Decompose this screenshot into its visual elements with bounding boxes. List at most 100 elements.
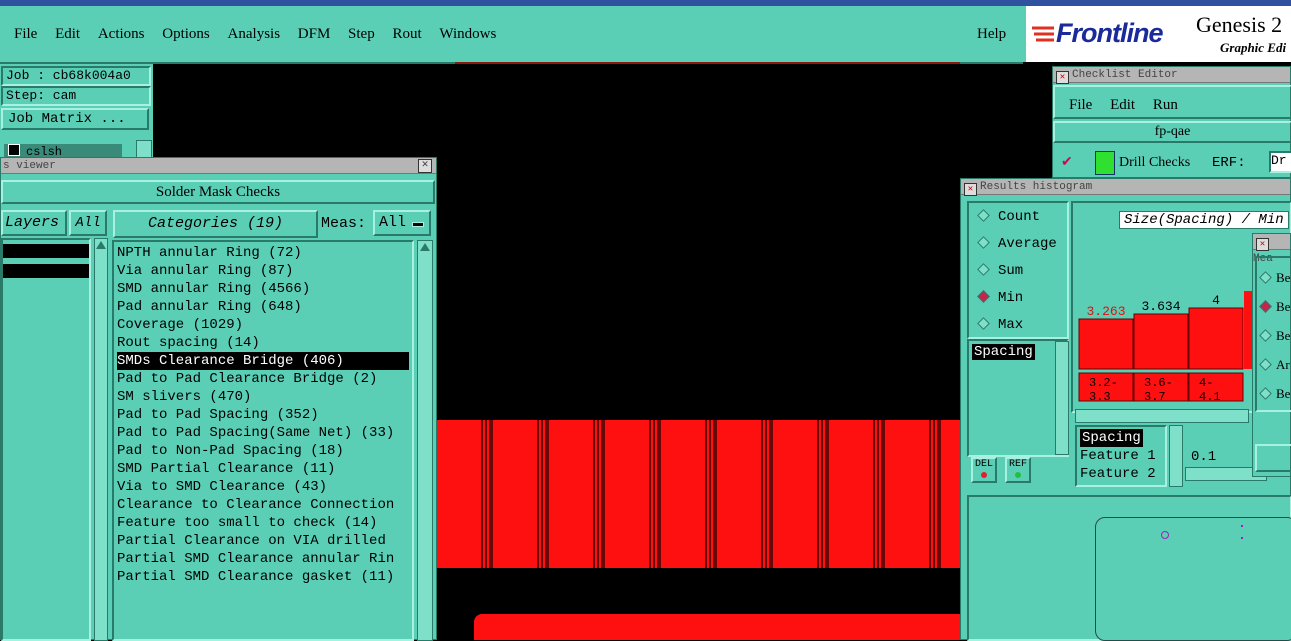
menu-actions[interactable]: Actions [98, 26, 145, 43]
histogram-bar[interactable] [1133, 313, 1189, 370]
menu-help[interactable]: Help [977, 26, 1006, 43]
del-button[interactable]: DEL [971, 457, 997, 483]
measure-option-label: Be [1276, 386, 1291, 401]
histogram-bar[interactable] [1078, 318, 1134, 370]
menu-edit[interactable]: Edit [55, 26, 80, 43]
green-dot-icon [1015, 472, 1021, 478]
pcb-pad-strip [437, 420, 960, 568]
job-matrix-button[interactable]: Job Matrix ... [1, 108, 149, 130]
radio-icon [1259, 358, 1272, 371]
radio-icon [1259, 271, 1272, 284]
category-item[interactable]: Rout spacing (14) [117, 334, 412, 352]
categories-button[interactable]: Categories (19) [113, 210, 318, 238]
menu-step[interactable]: Step [348, 26, 375, 43]
erf-label: ERF: [1212, 155, 1246, 171]
menu-dfm[interactable]: DFM [298, 26, 331, 43]
checklist-menu-run[interactable]: Run [1153, 97, 1178, 113]
measure-option[interactable]: Be [1259, 386, 1291, 415]
layer-checkbox[interactable] [8, 144, 20, 156]
histogram-bar-label: 4 [1212, 293, 1220, 308]
bin-value: 0.1 [1191, 449, 1217, 465]
category-item[interactable]: Feature too small to check (14) [117, 514, 412, 532]
brand-product: Genesis 2 [1196, 12, 1283, 37]
radio-icon [977, 317, 990, 330]
histogram-range-label: 4- [1199, 376, 1213, 390]
category-item[interactable]: NPTH annular Ring (72) [117, 244, 412, 262]
histogram-list-scrollbar[interactable] [1055, 341, 1069, 455]
checklist-menubar: File Edit Run [1053, 85, 1291, 119]
category-item[interactable]: Partial SMD Clearance gasket (11) [117, 568, 412, 586]
menu-file[interactable]: File [14, 26, 37, 43]
measure-list[interactable]: Spacing Feature 1 Feature 2 [1075, 425, 1167, 487]
checklist-menu-file[interactable]: File [1069, 97, 1092, 113]
measure-item[interactable]: Feature 1 [1080, 447, 1162, 465]
histogram-bar[interactable] [1188, 307, 1244, 370]
layers-button[interactable]: Layers [1, 210, 67, 236]
layer-row[interactable] [3, 244, 89, 258]
erf-field[interactable]: Dr [1269, 151, 1291, 173]
category-item[interactable]: SM slivers (470) [117, 388, 412, 406]
category-item[interactable]: Coverage (1029) [117, 316, 412, 334]
category-item[interactable]: Pad to Pad Spacing (352) [117, 406, 412, 424]
scroll-up-icon[interactable] [96, 241, 106, 249]
brand-area: Frontline Genesis 2 Graphic Edi [1023, 6, 1291, 62]
category-item[interactable]: Via to SMD Clearance (43) [117, 478, 412, 496]
radio-icon [977, 290, 990, 303]
close-icon[interactable]: ✕ [418, 159, 432, 173]
histogram-option-count[interactable]: Count [977, 209, 1067, 236]
drill-icon [1095, 151, 1115, 175]
meas-select[interactable]: All [373, 210, 431, 236]
chart-h-scrollbar[interactable] [1075, 409, 1249, 423]
measure-button[interactable] [1255, 444, 1291, 472]
category-item[interactable]: Clearance to Clearance Connection [117, 496, 412, 514]
menu-options[interactable]: Options [162, 26, 210, 43]
histogram-range-label: 3.7 [1144, 390, 1166, 403]
close-icon[interactable]: ✕ [1056, 71, 1069, 84]
histogram-list[interactable]: Spacing [967, 339, 1069, 457]
menu-rout[interactable]: Rout [392, 26, 421, 43]
close-icon[interactable]: ✕ [964, 183, 977, 196]
histogram-option-sum[interactable]: Sum [977, 263, 1067, 290]
histogram-option-min[interactable]: Min [977, 290, 1067, 317]
histogram-option-average[interactable]: Average [977, 236, 1067, 263]
category-item[interactable]: Pad annular Ring (648) [117, 298, 412, 316]
measure-option[interactable]: Ar [1259, 357, 1291, 386]
category-item[interactable]: Pad to Non-Pad Spacing (18) [117, 442, 412, 460]
layers-list[interactable] [1, 238, 91, 641]
histogram-range-label: 3.2- [1089, 376, 1118, 390]
histogram-bar-label: 3.634 [1141, 299, 1180, 314]
job-panel: Job : cb68k004a0 Step: cam Job Matrix ..… [0, 64, 153, 162]
measure-option[interactable]: Be [1259, 299, 1291, 328]
category-item[interactable]: SMDs Clearance Bridge (406) [117, 352, 409, 370]
layers-scrollbar[interactable] [94, 238, 108, 641]
checklist-titlebar: ✕ Checklist Editor [1053, 67, 1290, 84]
checklist-menu-edit[interactable]: Edit [1110, 97, 1135, 113]
frontline-logo-icon [1032, 24, 1058, 44]
check-icon[interactable]: ✔ [1061, 153, 1073, 170]
layers-all-button[interactable]: All [69, 210, 107, 236]
close-icon[interactable]: ✕ [1256, 238, 1269, 251]
menu-windows[interactable]: Windows [439, 26, 496, 43]
categories-scrollbar[interactable] [417, 240, 433, 641]
scroll-up-icon[interactable] [420, 243, 430, 251]
measure-option[interactable]: Be [1259, 270, 1291, 299]
radio-icon [1259, 329, 1272, 342]
measure-item[interactable]: Feature 2 [1080, 465, 1162, 483]
categories-list[interactable]: NPTH annular Ring (72) Via annular Ring (… [112, 240, 414, 641]
brand-logo: Frontline [1056, 18, 1163, 48]
category-item[interactable]: Partial Clearance on VIA drilled [117, 532, 412, 550]
category-item[interactable]: Pad to Pad Clearance Bridge (2) [117, 370, 412, 388]
category-item[interactable]: SMD annular Ring (4566) [117, 280, 412, 298]
checklist-row[interactable]: ✔ Drill Checks ERF: Dr [1057, 151, 1291, 175]
measure-list-scrollbar[interactable] [1169, 425, 1183, 487]
menu-analysis[interactable]: Analysis [228, 26, 281, 43]
category-item[interactable]: Pad to Pad Spacing(Same Net) (33) [117, 424, 412, 442]
layer-row[interactable] [3, 264, 89, 278]
category-item[interactable]: Partial SMD Clearance annular Rin [117, 550, 412, 568]
category-item[interactable]: Via annular Ring (87) [117, 262, 412, 280]
histogram-list-item[interactable]: Spacing [972, 344, 1035, 360]
measure-item[interactable]: Spacing [1080, 429, 1143, 447]
category-item[interactable]: SMD Partial Clearance (11) [117, 460, 412, 478]
measure-option[interactable]: Be [1259, 328, 1291, 357]
ref-button[interactable]: REF [1005, 457, 1031, 483]
